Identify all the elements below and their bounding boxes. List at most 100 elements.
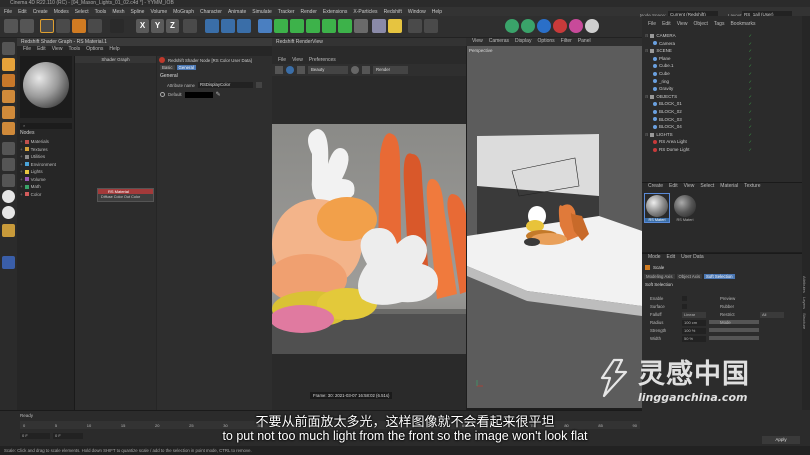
object-item[interactable]: BLOCK_02 ✓ [642, 108, 802, 116]
snap-icon[interactable] [408, 19, 422, 33]
render-settings-icon[interactable] [237, 19, 251, 33]
mm-menu-material[interactable]: Material [720, 183, 738, 190]
tweak-mode-icon[interactable] [2, 174, 15, 187]
light-icon[interactable] [388, 19, 402, 33]
model-mode-icon[interactable] [2, 58, 15, 71]
edges-mode-icon[interactable] [2, 106, 15, 119]
rv-menu-view[interactable]: View [292, 57, 303, 64]
object-item[interactable]: ⊟ CAMERA ✓ [642, 32, 802, 40]
rs-light-icon[interactable] [553, 19, 567, 33]
object-item[interactable]: RS Dome Light ✓ [642, 146, 802, 154]
object-enabled-icon[interactable]: ✓ [749, 131, 752, 139]
node-category-math[interactable]: + Math [20, 183, 72, 191]
sg-menu-options[interactable]: Options [86, 46, 103, 53]
camera-icon[interactable] [372, 19, 386, 33]
deformer-icon[interactable] [322, 19, 336, 33]
node-category-color[interactable]: + Color [20, 191, 72, 199]
side-tab-attributes[interactable]: Attributes [802, 276, 807, 293]
menu-x-particles[interactable]: X-Particles [353, 9, 377, 15]
coordinate-system-icon[interactable] [183, 19, 197, 33]
node-category-environment[interactable]: + Environment [20, 161, 72, 169]
sg-menu-edit[interactable]: Edit [37, 46, 46, 53]
move-icon[interactable] [56, 19, 70, 33]
workplane-icon[interactable] [424, 19, 438, 33]
attr-name-input[interactable]: RSDisplayColor [197, 82, 253, 88]
texture-mode-icon[interactable] [2, 74, 15, 87]
sg-menu-help[interactable]: Help [109, 46, 119, 53]
om-menu-edit[interactable]: Edit [662, 21, 671, 28]
side-tab-layers[interactable]: Layers [802, 297, 807, 309]
falloff-select[interactable]: Linear [682, 312, 706, 318]
menu-create[interactable]: Create [33, 9, 48, 15]
tab-general[interactable]: General [176, 65, 196, 70]
mm-menu-create[interactable]: Create [648, 183, 663, 190]
grid-icon[interactable] [2, 256, 15, 269]
object-item[interactable]: RS Area Light ✓ [642, 138, 802, 146]
material-thumb[interactable]: RS Materi [644, 193, 670, 223]
node-category-materials[interactable]: + Materials [20, 138, 72, 146]
am-menu-edit[interactable]: Edit [667, 254, 676, 261]
object-item[interactable]: BLOCK_01 ✓ [642, 100, 802, 108]
crop-region-icon[interactable] [362, 66, 370, 74]
tab-modeling-axis[interactable]: Modeling Axis [644, 274, 675, 279]
tab-object-axis[interactable]: Object Axis [676, 274, 703, 279]
mm-menu-texture[interactable]: Texture [744, 183, 760, 190]
default-keyframe-icon[interactable] [160, 92, 165, 97]
node-category-lights[interactable]: + Lights [20, 168, 72, 176]
menu-animate[interactable]: Animate [228, 9, 246, 15]
make-editable-icon[interactable] [2, 42, 15, 55]
tab-soft-selection[interactable]: Soft Selection [704, 274, 735, 279]
vp-menu-display[interactable]: Display [515, 38, 531, 45]
start-render-icon[interactable] [286, 66, 294, 74]
shader-graph-canvas[interactable]: Shader Graph RS Material Diffuse Color O… [74, 56, 156, 410]
am-menu-user-data[interactable]: User Data [681, 254, 704, 261]
menu-tools[interactable]: Tools [95, 9, 107, 15]
object-enabled-icon[interactable]: ✓ [749, 70, 752, 78]
render-image[interactable] [272, 124, 466, 354]
object-enabled-icon[interactable]: ✓ [749, 85, 752, 93]
menu-edit[interactable]: Edit [18, 9, 27, 15]
sg-menu-view[interactable]: View [52, 46, 63, 53]
vp-menu-panel[interactable]: Panel [578, 38, 591, 45]
om-menu-object[interactable]: Object [693, 21, 707, 28]
points-mode-icon[interactable] [2, 90, 15, 103]
pen-icon[interactable] [274, 19, 288, 33]
material-thumb[interactable]: RS Materi [673, 194, 697, 222]
subdivision-icon[interactable] [290, 19, 304, 33]
rs-camera-icon[interactable] [585, 19, 599, 33]
object-item[interactable]: ⊟ OBJECTS ✓ [642, 93, 802, 101]
menu-extensions[interactable]: Extensions [323, 9, 347, 15]
axis-mode-icon[interactable] [2, 158, 15, 171]
vp-menu-view[interactable]: View [472, 38, 483, 45]
render-view-icon[interactable] [205, 19, 219, 33]
menu-file[interactable]: File [4, 9, 12, 15]
object-enabled-icon[interactable]: ✓ [749, 62, 752, 70]
om-menu-file[interactable]: File [648, 21, 656, 28]
render-mode-select[interactable]: Render [373, 66, 408, 74]
menu-volume[interactable]: Volume [150, 9, 167, 15]
object-item[interactable]: ⊟ LIGHTS ✓ [642, 131, 802, 139]
snap-settings-icon[interactable] [2, 206, 15, 219]
vp-menu-filter[interactable]: Filter [561, 38, 572, 45]
am-menu-mode[interactable]: Mode [648, 254, 661, 261]
menu-character[interactable]: Character [200, 9, 222, 15]
rs-ipr-icon[interactable] [505, 19, 519, 33]
menu-simulate[interactable]: Simulate [252, 9, 271, 15]
menu-select[interactable]: Select [75, 9, 89, 15]
vp-menu-cameras[interactable]: Cameras [489, 38, 509, 45]
om-menu-tags[interactable]: Tags [714, 21, 725, 28]
rs-material-icon[interactable] [537, 19, 551, 33]
rs-material-node[interactable]: RS Material Diffuse Color Out Color [97, 188, 154, 202]
rotate-icon[interactable] [88, 19, 102, 33]
object-item[interactable]: _ring ✓ [642, 78, 802, 86]
object-enabled-icon[interactable]: ✓ [749, 100, 752, 108]
object-enabled-icon[interactable]: ✓ [749, 116, 752, 124]
workplane-mode-icon[interactable] [2, 224, 15, 237]
axis-y-button[interactable]: Y [151, 19, 164, 33]
object-item[interactable]: Camera ✓ [642, 40, 802, 48]
axis-z-button[interactable]: Z [166, 19, 179, 33]
vp-menu-options[interactable]: Options [537, 38, 554, 45]
mode-select[interactable]: All [760, 312, 784, 318]
render-active-icon[interactable] [221, 19, 235, 33]
menu-modes[interactable]: Modes [54, 9, 69, 15]
